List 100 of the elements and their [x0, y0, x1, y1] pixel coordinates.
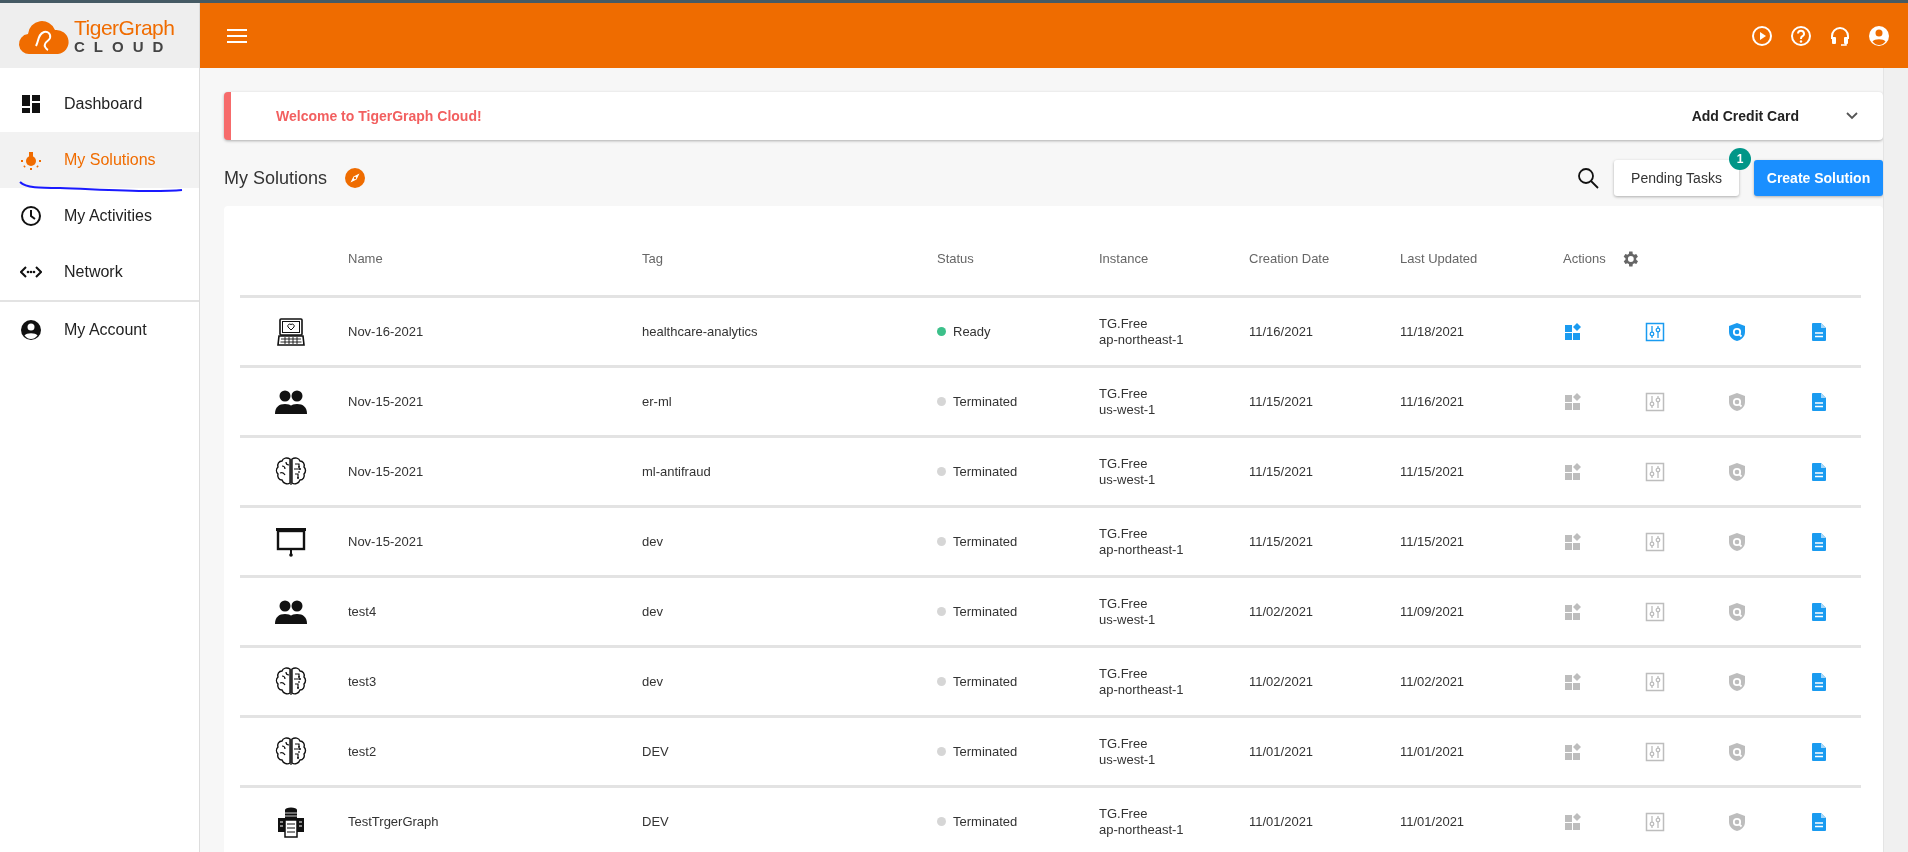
widgets-icon[interactable] [1563, 391, 1583, 412]
sliders-icon[interactable] [1645, 461, 1665, 482]
date-text: 11/16/2021 [1249, 324, 1314, 339]
widgets-icon[interactable] [1563, 601, 1583, 622]
widgets-icon[interactable] [1563, 741, 1583, 762]
instance-text: TG.Free [1099, 595, 1149, 612]
instance-text: ap-northeast-1 [1099, 681, 1184, 698]
date-text: 11/15/2021 [1249, 534, 1314, 549]
shield-search-icon[interactable] [1727, 391, 1747, 412]
instance-text: TG.Free [1099, 385, 1149, 402]
play-circle-icon[interactable] [1751, 24, 1773, 47]
shield-search-icon[interactable] [1727, 741, 1747, 762]
widgets-icon[interactable] [1563, 671, 1583, 692]
solution-name[interactable]: test2 [348, 744, 377, 759]
date-text: 11/15/2021 [1400, 464, 1465, 479]
date-text: 11/01/2021 [1249, 744, 1314, 759]
shield-search-icon[interactable] [1727, 531, 1747, 552]
headset-icon[interactable] [1829, 24, 1851, 47]
column-header: Actions [1563, 251, 1606, 266]
status-text: Terminated [953, 744, 1018, 759]
date-text: 11/18/2021 [1400, 324, 1465, 339]
solution-name[interactable]: Nov-15-2021 [348, 464, 424, 479]
sidebar-item[interactable]: My Activities [0, 188, 199, 244]
date-text: 11/01/2021 [1400, 814, 1465, 829]
tag-text: dev [642, 674, 663, 689]
document-icon[interactable] [1809, 391, 1829, 412]
account-icon[interactable] [1868, 24, 1890, 47]
date-text: 11/16/2021 [1400, 394, 1465, 409]
tag-text: DEV [642, 744, 669, 759]
status-text: Terminated [953, 604, 1018, 619]
clock-icon [20, 205, 42, 227]
logo-subtitle: CLOUD [74, 39, 173, 54]
shield-search-icon[interactable] [1727, 321, 1747, 342]
document-icon[interactable] [1809, 601, 1829, 622]
date-text: 11/15/2021 [1249, 464, 1314, 479]
column-header: Creation Date [1249, 251, 1330, 266]
scrollbar[interactable] [1883, 68, 1908, 852]
document-icon[interactable] [1809, 811, 1829, 832]
sliders-icon[interactable] [1645, 601, 1665, 622]
shield-search-icon[interactable] [1727, 671, 1747, 692]
column-header: Tag [642, 251, 663, 266]
instance-text: TG.Free [1099, 315, 1149, 332]
status-text: Terminated [953, 394, 1018, 409]
sidebar-item[interactable]: My Account [0, 302, 199, 358]
sliders-icon[interactable] [1645, 321, 1665, 342]
tag-text: healthcare-analytics [642, 324, 758, 339]
date-text: 11/09/2021 [1400, 604, 1465, 619]
instance-text: TG.Free [1099, 525, 1149, 542]
sliders-icon[interactable] [1645, 741, 1665, 762]
instance-text: us-west-1 [1099, 401, 1156, 418]
document-icon[interactable] [1809, 461, 1829, 482]
help-icon[interactable] [1790, 24, 1812, 47]
count-badge: 1 [1729, 148, 1751, 170]
document-icon[interactable] [1809, 741, 1829, 762]
document-icon[interactable] [1809, 321, 1829, 342]
solution-name[interactable]: Nov-15-2021 [348, 394, 424, 409]
instance-text: ap-northeast-1 [1099, 331, 1184, 348]
sidebar-item[interactable]: Dashboard [0, 76, 199, 132]
instance-text: us-west-1 [1099, 471, 1156, 488]
shield-search-icon[interactable] [1727, 601, 1747, 622]
widgets-icon[interactable] [1563, 461, 1583, 482]
column-header: Name [348, 251, 383, 266]
menu-icon[interactable] [226, 26, 248, 45]
tag-text: er-ml [642, 394, 672, 409]
tag-text: dev [642, 604, 663, 619]
sliders-icon[interactable] [1645, 391, 1665, 412]
compass-icon[interactable] [345, 168, 366, 188]
page-title: My Solutions [224, 167, 328, 189]
widgets-icon[interactable] [1563, 321, 1583, 342]
widgets-icon[interactable] [1563, 811, 1583, 832]
instance-text: ap-northeast-1 [1099, 541, 1184, 558]
solution-name[interactable]: Nov-15-2021 [348, 534, 424, 549]
document-icon[interactable] [1809, 531, 1829, 552]
solution-name[interactable]: Nov-16-2021 [348, 324, 424, 339]
shield-search-icon[interactable] [1727, 811, 1747, 832]
date-text: 11/02/2021 [1249, 604, 1314, 619]
solution-name[interactable]: test3 [348, 674, 377, 689]
sliders-icon[interactable] [1645, 811, 1665, 832]
search-icon[interactable] [1576, 166, 1600, 190]
sidebar-item[interactable]: Network [0, 244, 199, 300]
sliders-icon[interactable] [1645, 671, 1665, 692]
instance-text: TG.Free [1099, 735, 1149, 752]
document-icon[interactable] [1809, 671, 1829, 692]
tag-text: DEV [642, 814, 669, 829]
status-text: Terminated [953, 674, 1018, 689]
date-text: 11/15/2021 [1400, 534, 1465, 549]
status-text: Terminated [953, 464, 1018, 479]
status-text: Terminated [953, 814, 1018, 829]
solution-name[interactable]: test4 [348, 604, 377, 619]
account-icon [20, 319, 42, 341]
shield-search-icon[interactable] [1727, 461, 1747, 482]
status-text: Terminated [953, 534, 1018, 549]
chevron-down-icon[interactable] [1845, 111, 1859, 121]
sliders-icon[interactable] [1645, 531, 1665, 552]
instance-text: us-west-1 [1099, 751, 1156, 768]
date-text: 11/15/2021 [1249, 394, 1314, 409]
tag-text: dev [642, 534, 663, 549]
widgets-icon[interactable] [1563, 531, 1583, 552]
add-credit-card-link[interactable]: Add Credit Card [1691, 108, 1799, 124]
solution-name[interactable]: TestTrgerGraph [348, 814, 439, 829]
